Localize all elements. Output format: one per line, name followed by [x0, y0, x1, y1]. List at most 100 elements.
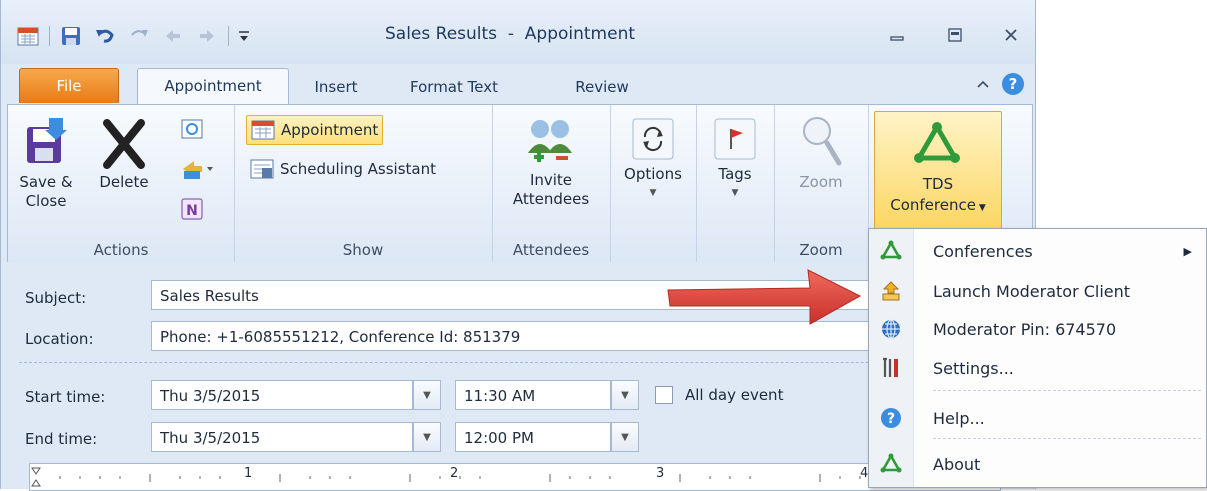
- restore-icon[interactable]: [935, 20, 975, 50]
- invite-attendees-icon: [528, 120, 572, 162]
- options-icon: [632, 118, 674, 160]
- tds-logo-icon: [880, 453, 902, 473]
- tds-conference-label: TDS Conference ▼: [875, 174, 1001, 219]
- help-icon[interactable]: ?: [1001, 72, 1025, 100]
- tags-label: Tags: [718, 165, 752, 183]
- svg-text:N: N: [186, 203, 198, 219]
- globe-icon: [882, 319, 900, 339]
- group-zoom: Zoom Zoom: [774, 105, 869, 263]
- options-button[interactable]: Options ▼: [618, 117, 688, 203]
- forward-icon[interactable]: [180, 157, 214, 185]
- group-label-actions: Actions: [93, 241, 149, 259]
- tab-format-text[interactable]: Format Text: [403, 70, 505, 104]
- onenote-icon[interactable]: N: [180, 197, 204, 227]
- end-date-field[interactable]: Thu 3/5/2015: [151, 422, 413, 452]
- redo-icon[interactable]: [126, 23, 152, 49]
- invite-attendees-label: Invite Attendees: [512, 171, 590, 208]
- ruler-tick-1: 1: [244, 466, 253, 481]
- menu-item-help[interactable]: ? Help...: [869, 399, 1206, 437]
- title-bar: Sales Results - Appointment: [1, 0, 1035, 64]
- menu-item-about[interactable]: About: [869, 445, 1206, 483]
- next-item-icon[interactable]: [194, 23, 220, 49]
- red-arrow-icon: [667, 269, 862, 325]
- zoom-icon: [803, 117, 842, 166]
- end-date-dropdown[interactable]: ▼: [413, 422, 441, 452]
- menu-separator: [933, 390, 1201, 391]
- zoom-button[interactable]: Zoom: [786, 113, 856, 192]
- menu-item-conferences[interactable]: Conferences ▶: [869, 232, 1206, 270]
- help-icon: ?: [881, 408, 901, 428]
- window-title: Sales Results - Appointment: [385, 24, 636, 44]
- end-time-dropdown[interactable]: ▼: [611, 422, 639, 452]
- ruler-marks: [31, 467, 861, 487]
- all-day-checkbox[interactable]: [655, 386, 673, 404]
- save-close-button[interactable]: Save & Close: [16, 115, 76, 211]
- undo-icon[interactable]: [92, 23, 118, 49]
- tab-review[interactable]: Review: [567, 70, 637, 104]
- menu-label-moderator-pin: Moderator Pin: 674570: [933, 319, 1117, 339]
- ruler-tick-2: 2: [450, 466, 459, 481]
- delete-label: Delete: [99, 173, 149, 191]
- appointment-button[interactable]: Appointment: [246, 115, 384, 145]
- tags-dropdown-icon: ▼: [731, 188, 739, 198]
- tab-file[interactable]: File: [19, 68, 119, 103]
- start-time-field[interactable]: 11:30 AM: [455, 380, 611, 410]
- scheduling-assistant-button[interactable]: Scheduling Assistant: [246, 155, 440, 183]
- menu-separator: [933, 438, 1201, 439]
- options-dropdown-icon: ▼: [649, 188, 657, 198]
- start-date-field[interactable]: Thu 3/5/2015: [151, 380, 413, 410]
- minimize-icon[interactable]: [877, 20, 917, 50]
- ruler-tick-3: 3: [656, 466, 665, 481]
- tds-dropdown-icon: ▼: [975, 203, 986, 213]
- tds-conference-button[interactable]: TDS Conference ▼: [874, 111, 1002, 233]
- qat-separator: [228, 26, 229, 46]
- subject-label: Subject:: [25, 289, 87, 307]
- menu-item-settings[interactable]: Settings...: [869, 349, 1206, 387]
- calendar-view-icon[interactable]: [180, 117, 204, 145]
- group-tags: Tags ▼: [696, 105, 775, 263]
- menu-label-launch-moderator: Launch Moderator Client: [933, 281, 1131, 301]
- save-icon[interactable]: [58, 23, 84, 49]
- calendar-app-icon[interactable]: [15, 23, 41, 49]
- collapse-ribbon-icon[interactable]: [975, 76, 991, 96]
- tds-logo-icon: [880, 240, 902, 260]
- ribbon-tabs: File Appointment Insert Format Text Revi…: [1, 64, 1035, 105]
- scheduling-assistant-label: Scheduling Assistant: [280, 160, 436, 178]
- menu-item-moderator-pin[interactable]: Moderator Pin: 674570: [869, 310, 1206, 348]
- menu-item-launch-moderator[interactable]: Launch Moderator Client: [869, 272, 1206, 310]
- menu-label-settings: Settings...: [933, 358, 1014, 378]
- qat-separator: [49, 26, 50, 46]
- all-day-label: All day event: [685, 386, 784, 404]
- submenu-arrow-icon: ▶: [1183, 244, 1192, 258]
- tds-logo-icon: [914, 122, 960, 163]
- end-time-label: End time:: [25, 430, 98, 448]
- tds-label-line1: TDS: [922, 175, 954, 193]
- start-time-dropdown[interactable]: ▼: [611, 380, 639, 410]
- options-label: Options: [624, 165, 682, 183]
- close-icon[interactable]: [991, 20, 1031, 50]
- tab-insert[interactable]: Insert: [301, 70, 371, 104]
- delete-icon: [103, 119, 145, 169]
- save-close-icon: [27, 118, 67, 163]
- group-label-zoom: Zoom: [799, 241, 843, 259]
- save-close-label: Save & Close: [19, 173, 73, 210]
- tab-appointment[interactable]: Appointment: [137, 68, 289, 105]
- zoom-label: Zoom: [799, 173, 843, 191]
- customize-qat-icon[interactable]: [237, 23, 251, 49]
- tags-button[interactable]: Tags ▼: [704, 117, 766, 203]
- group-actions: Save & Close Delete N Actions: [8, 105, 235, 263]
- previous-item-icon[interactable]: [160, 23, 186, 49]
- delete-button[interactable]: Delete: [86, 115, 162, 192]
- group-attendees: Invite Attendees Attendees: [492, 105, 611, 263]
- start-date-dropdown[interactable]: ▼: [413, 380, 441, 410]
- scheduling-assistant-icon: [250, 159, 274, 179]
- appointment-icon: [251, 120, 275, 140]
- tds-conference-menu: Conferences ▶ Launch Moderator Client Mo…: [868, 228, 1207, 488]
- invite-attendees-button[interactable]: Invite Attendees: [498, 115, 604, 209]
- menu-label-about: About: [933, 454, 981, 474]
- launch-icon: [882, 281, 900, 301]
- svg-text:?: ?: [887, 411, 895, 427]
- menu-label-conferences: Conferences: [933, 241, 1033, 261]
- tds-label-line2: Conference: [890, 196, 976, 214]
- end-time-field[interactable]: 12:00 PM: [455, 422, 611, 452]
